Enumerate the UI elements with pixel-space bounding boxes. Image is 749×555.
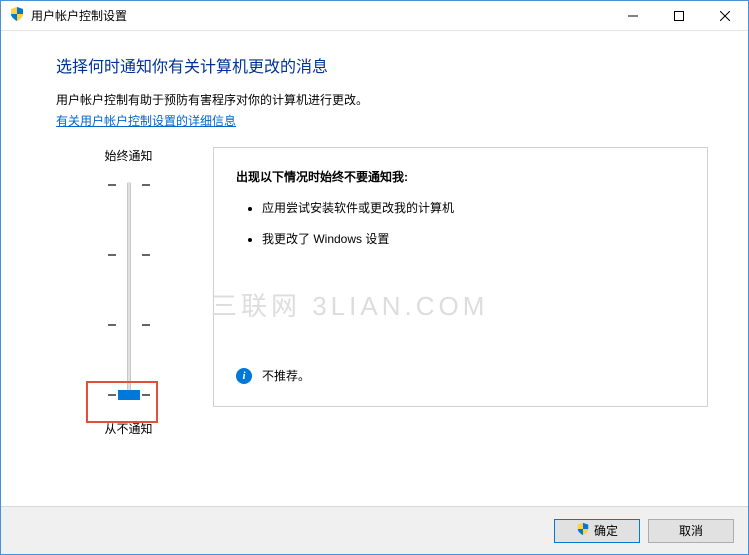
help-link[interactable]: 有关用户帐户控制设置的详细信息 <box>56 112 236 129</box>
shield-icon <box>576 522 590 539</box>
page-subtext: 用户帐户控制有助于预防有害程序对你的计算机进行更改。 <box>56 91 708 108</box>
button-bar: 确定 取消 <box>1 506 748 554</box>
info-footer: i 不推荐。 <box>236 367 310 384</box>
cancel-button[interactable]: 取消 <box>648 519 734 543</box>
info-icon: i <box>236 368 252 384</box>
slider-thumb[interactable] <box>118 390 140 400</box>
info-heading: 出现以下情况时始终不要通知我: <box>236 168 685 185</box>
ok-button[interactable]: 确定 <box>554 519 640 543</box>
info-panel: 出现以下情况时始终不要通知我: 应用尝试安装软件或更改我的计算机 我更改了 Wi… <box>213 147 708 407</box>
window-title: 用户帐户控制设置 <box>31 7 610 24</box>
slider-track-line <box>127 182 131 398</box>
page-heading: 选择何时通知你有关计算机更改的消息 <box>56 53 708 77</box>
cancel-button-label: 取消 <box>679 522 703 539</box>
maximize-button[interactable] <box>656 1 702 31</box>
uac-slider[interactable] <box>104 174 154 406</box>
content-area: 选择何时通知你有关计算机更改的消息 用户帐户控制有助于预防有害程序对你的计算机进… <box>1 31 748 506</box>
info-footer-text: 不推荐。 <box>262 367 310 384</box>
ok-button-label: 确定 <box>594 522 618 539</box>
slider-tick <box>104 324 154 326</box>
list-item: 应用尝试安装软件或更改我的计算机 <box>262 199 685 216</box>
close-button[interactable] <box>702 1 748 31</box>
shield-icon <box>9 6 25 25</box>
titlebar: 用户帐户控制设置 <box>1 1 748 31</box>
slider-column: 始终通知 从不通知 <box>56 147 201 437</box>
info-list: 应用尝试安装软件或更改我的计算机 我更改了 Windows 设置 <box>236 199 685 247</box>
slider-top-label: 始终通知 <box>56 147 201 164</box>
slider-tick <box>104 254 154 256</box>
slider-bottom-label: 从不通知 <box>56 420 201 437</box>
minimize-button[interactable] <box>610 1 656 31</box>
list-item: 我更改了 Windows 设置 <box>262 230 685 247</box>
slider-tick <box>104 184 154 186</box>
